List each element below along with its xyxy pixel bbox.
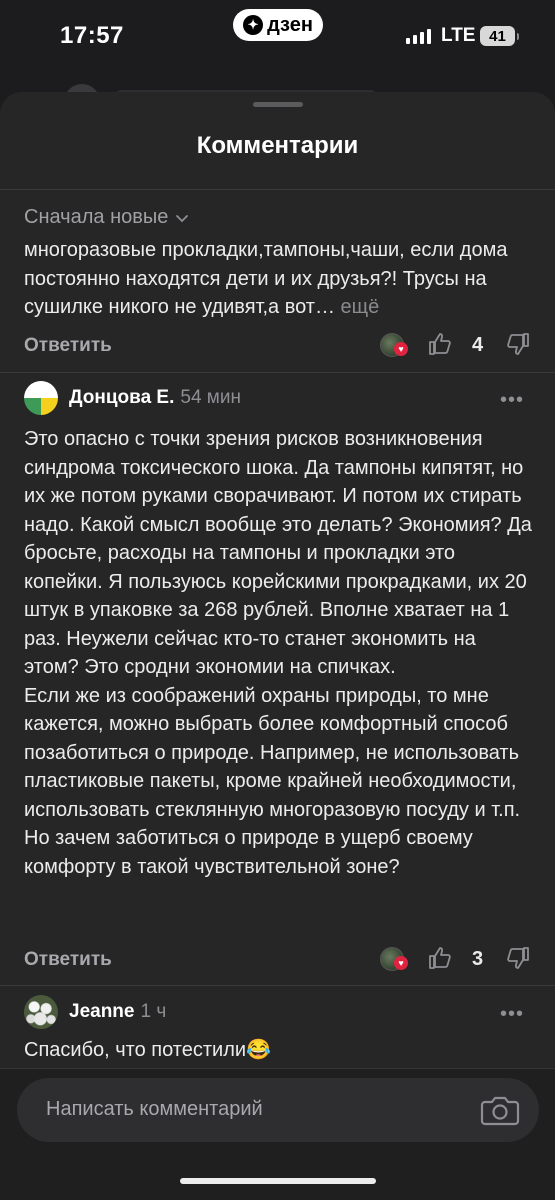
sort-dropdown[interactable]: Сначала новые	[24, 206, 190, 229]
dzen-badge[interactable]: ✦ дзен	[233, 9, 323, 41]
more-dots-icon[interactable]: •••	[500, 389, 524, 412]
comment-actions: Ответить ♥ 3	[24, 944, 534, 978]
comment-header: Донцова Е. 54 мин •••	[24, 381, 534, 415]
comment-text: многоразовые прокладки,тампоны,чаши, есл…	[24, 239, 508, 318]
thumbs-up-icon[interactable]	[426, 330, 454, 358]
avatar[interactable]	[24, 381, 58, 415]
camera-icon[interactable]	[480, 1092, 520, 1128]
reply-button[interactable]: Ответить	[24, 335, 112, 357]
drag-handle[interactable]	[253, 102, 303, 107]
like-count: 4	[472, 334, 484, 356]
comment-header: Jeanne 1 ч •••	[24, 995, 534, 1029]
comments-sheet: Комментарии Сначала новые многоразовые п…	[0, 92, 555, 1200]
comment-input[interactable]: Написать комментарий	[17, 1078, 539, 1142]
avatar[interactable]	[24, 995, 58, 1029]
battery-level: 41	[489, 27, 506, 45]
home-indicator	[180, 1178, 376, 1184]
author-name[interactable]: Jeanne 1 ч	[69, 1001, 166, 1023]
network-label: LTE	[441, 25, 476, 46]
reaction-avatar: ♥	[380, 333, 410, 359]
thumbs-down-icon[interactable]	[504, 944, 532, 972]
like-count: 3	[472, 948, 484, 970]
signal-icon	[406, 28, 431, 44]
clock: 17:57	[60, 22, 124, 49]
comment-actions: Ответить ♥ 4	[24, 330, 534, 364]
chevron-down-icon	[176, 214, 189, 222]
comment-time: 54 мин	[180, 387, 241, 408]
thumbs-down-icon[interactable]	[504, 330, 532, 358]
sort-label: Сначала новые	[24, 206, 169, 228]
comment-text: Спасибо, что потестили😂	[24, 1039, 271, 1061]
comment-divider	[0, 985, 555, 986]
reaction-avatar: ♥	[380, 947, 410, 973]
divider	[0, 189, 555, 190]
thumbs-up-icon[interactable]	[426, 944, 454, 972]
more-dots-icon[interactable]: •••	[500, 1003, 524, 1026]
heart-icon: ♥	[394, 956, 408, 970]
dzen-label: дзен	[267, 13, 313, 36]
sheet-title: Комментарии	[196, 132, 359, 159]
dzen-star-icon: ✦	[243, 15, 264, 35]
battery-icon: 41	[480, 26, 519, 46]
reply-button[interactable]: Ответить	[24, 949, 112, 971]
comment-input-placeholder: Написать комментарий	[46, 1098, 263, 1120]
comment-divider	[0, 372, 555, 373]
comment-time: 1 ч	[140, 1001, 167, 1022]
heart-icon: ♥	[394, 342, 408, 356]
author-name[interactable]: Донцова Е. 54 мин	[69, 387, 241, 409]
expand-more-link[interactable]: ещё	[341, 296, 380, 318]
status-bar: 17:57 ✦ дзен LTE 41	[0, 0, 555, 78]
comment-text: Это опасно с точки зрения рисков возникн…	[24, 428, 532, 878]
